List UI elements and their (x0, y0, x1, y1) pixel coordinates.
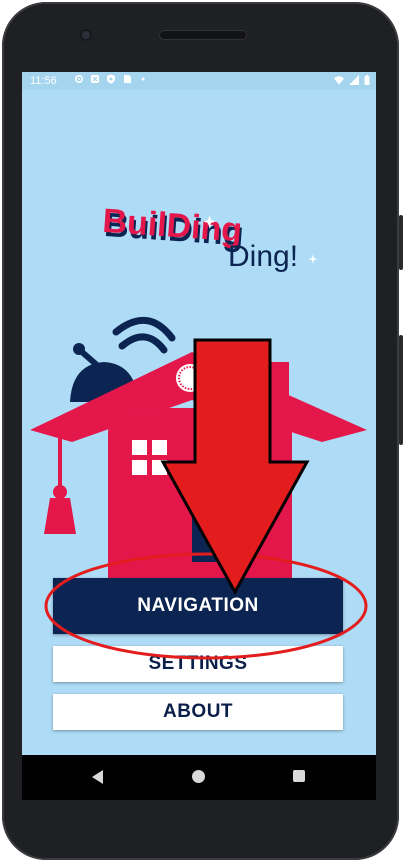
recents-icon[interactable] (293, 770, 305, 782)
school-building (108, 408, 292, 592)
window-pane (152, 440, 167, 455)
signal-wave-icon-inner (118, 333, 168, 354)
school-door (192, 502, 232, 562)
settings-button[interactable]: SETTINGS (53, 646, 343, 682)
android-navigation-bar (22, 755, 376, 800)
window-pane (132, 440, 147, 455)
dot-icon (141, 77, 145, 81)
window-pane (132, 460, 147, 475)
app-logo: BuilDing BuilDing Ding! (102, 202, 318, 273)
status-left-icons (74, 74, 148, 84)
sim-icon (124, 75, 131, 83)
shield-icon (107, 74, 115, 84)
school-bell-illustration (30, 316, 367, 592)
notification-icon (91, 75, 99, 83)
volume-button (399, 335, 403, 445)
tassel-knot (53, 485, 67, 499)
window-pane (152, 460, 167, 475)
earpiece-speaker (159, 30, 247, 40)
sparkle-icon-small (308, 254, 318, 264)
wifi-icon (334, 76, 344, 85)
status-bar: 11:56 (22, 72, 376, 90)
gear-icon (74, 74, 84, 84)
about-button[interactable]: ABOUT (53, 694, 343, 730)
bell-knob (73, 343, 85, 355)
battery-icon (364, 75, 370, 85)
tassel-icon (44, 498, 76, 534)
home-icon[interactable] (192, 770, 205, 783)
app-screen: 11:56 BuilDing BuilDing Ding! NAVIGATION… (22, 72, 376, 755)
status-time: 11:56 (30, 75, 57, 87)
status-right-icons (334, 75, 370, 85)
back-icon[interactable] (92, 770, 103, 784)
navigation-button[interactable]: NAVIGATION (53, 578, 343, 634)
power-button (399, 215, 403, 270)
front-camera (80, 29, 92, 41)
logo-text-ding: Ding! (228, 240, 298, 273)
clock-icon (176, 364, 204, 392)
signal-icon (349, 75, 359, 85)
